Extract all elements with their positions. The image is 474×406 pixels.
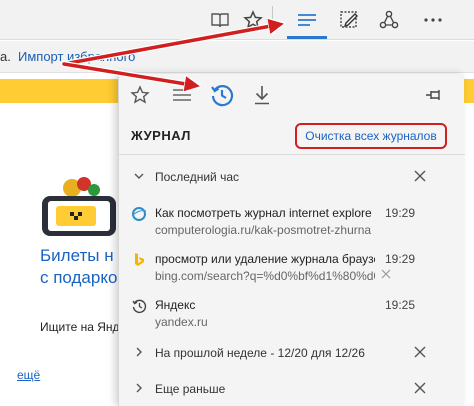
history-item-time: 19:25 [385, 298, 416, 312]
page-more-link[interactable]: ещё [17, 368, 40, 382]
web-note-icon[interactable] [334, 4, 364, 36]
remove-item-icon[interactable] [381, 269, 391, 282]
history-group-last-week[interactable]: На прошлой неделе - 12/20 для 12/26 [119, 340, 465, 366]
favorites-bar: а. Импорт избранного [0, 41, 474, 73]
clear-all-history-button[interactable]: Очистка всех журналов [295, 123, 447, 149]
history-item-time: 19:29 [385, 206, 416, 220]
hub-icon[interactable] [292, 4, 322, 36]
history-item-url: yandex.ru [155, 315, 208, 329]
history-item-title: Яндекс [155, 298, 196, 312]
history-group-last-hour[interactable]: Последний час [119, 164, 465, 190]
import-favorites-link[interactable]: Импорт избранного [18, 49, 135, 64]
chevron-right-icon [133, 381, 145, 398]
history-item[interactable]: Яндекс yandex.ru 19:25 [119, 294, 465, 334]
reading-list-icon[interactable] [167, 80, 197, 110]
hub-panel: ЖУРНАЛ Очистка всех журналов Последний ч… [118, 74, 465, 406]
history-item-url: bing.com/search?q=%d0%bf%d1%80%d0% [155, 269, 375, 283]
toolbar-separator [272, 6, 273, 34]
downloads-icon[interactable] [247, 80, 277, 110]
history-item-title: просмотр или удаление журнала браузе [155, 252, 375, 266]
ie-favicon-icon [131, 207, 147, 221]
chevron-right-icon [133, 345, 145, 362]
group-label: Последний час [155, 170, 240, 184]
group-label: Еще раньше [155, 382, 226, 396]
history-item-time: 19:29 [385, 252, 416, 266]
page-promo-title[interactable]: Билеты н с подарко [40, 245, 117, 289]
close-icon[interactable] [413, 345, 427, 362]
history-group-earlier[interactable]: Еще раньше [119, 376, 465, 402]
more-icon[interactable] [418, 4, 448, 36]
close-icon[interactable] [413, 169, 427, 186]
hub-tabs [119, 74, 465, 116]
pin-panel-icon[interactable] [419, 80, 449, 110]
close-icon[interactable] [413, 381, 427, 398]
page-promo-subtitle: Ищите на Янд [40, 320, 120, 334]
history-item-title: Как посмотреть журнал internet explore [155, 206, 372, 220]
reading-view-icon[interactable] [205, 4, 235, 36]
history-clock-icon [132, 299, 147, 313]
favorites-bar-prefix: а. [0, 49, 11, 64]
history-item[interactable]: просмотр или удаление журнала браузе bin… [119, 248, 465, 288]
bing-favicon-icon [135, 253, 144, 266]
history-header: ЖУРНАЛ Очистка всех журналов [119, 120, 465, 150]
favorite-star-icon[interactable] [238, 4, 268, 36]
hub-divider [119, 154, 465, 155]
history-item[interactable]: Как посмотреть журнал internet explore c… [119, 202, 465, 242]
hub-active-indicator [287, 36, 327, 39]
history-item-url: computerologia.ru/kak-posmotret-zhurna [155, 223, 372, 237]
history-icon[interactable] [207, 80, 237, 110]
group-label: На прошлой неделе - 12/20 для 12/26 [155, 346, 365, 360]
share-icon[interactable] [374, 4, 404, 36]
taxi-phone-illustration [42, 177, 116, 236]
favorites-star-icon[interactable] [125, 80, 155, 110]
browser-toolbar [0, 0, 474, 40]
history-title: ЖУРНАЛ [131, 128, 191, 143]
chevron-down-icon [133, 169, 145, 186]
